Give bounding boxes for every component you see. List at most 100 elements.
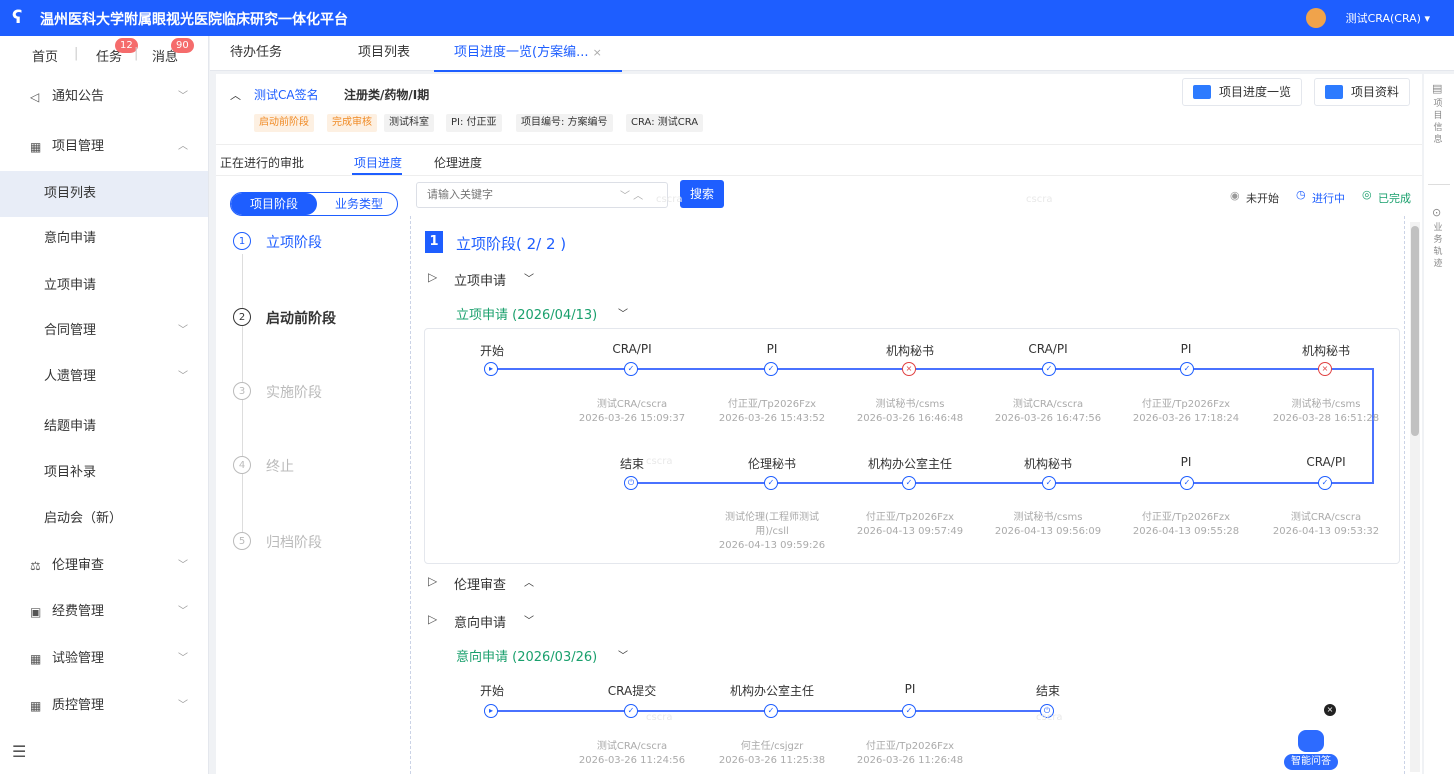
flow-node-label: PI [1180,455,1192,469]
view-toggle: 项目阶段 业务类型 [230,192,398,216]
tab-todo[interactable]: 待办任务 [210,36,302,70]
check-icon: ✓ [624,362,638,376]
flow-node-user: 测试秘书/csms [875,399,945,410]
toggle-stage[interactable]: 项目阶段 [231,193,317,215]
flow-node-user: 付正亚/Tp2026Fzx [865,741,955,752]
location-icon[interactable]: ⊙ [1432,206,1441,219]
subtab-ongoing[interactable]: 正在进行的审批 [220,154,304,171]
toggle-business[interactable]: 业务类型 [323,193,395,215]
sidebar-item-funds[interactable]: ▣ 经费管理 ﹀ [0,589,208,635]
collapse-icon[interactable]: ︿ [230,87,241,103]
messages-badge: 90 [171,38,194,53]
project-docs-button[interactable]: 项目资料 [1314,78,1411,106]
flow-node-label: CRA/PI [1028,342,1068,356]
chevron-down-icon: ﹀ [178,325,188,336]
stage-item[interactable]: 启动前阶段 [266,308,336,328]
section-lixiang[interactable]: 立项申请 [454,270,506,289]
tab-project-list[interactable]: 项目列表 [338,36,430,70]
stage-number: 4 [233,456,251,474]
sidebar-item-qc[interactable]: ▦ 质控管理 ﹀ [0,683,208,729]
sidebar-item-label: 合同管理 [44,323,97,338]
stage-item[interactable]: 立项阶段 [266,232,322,252]
nav-home[interactable]: 首页 [32,46,58,65]
chevron-down-icon[interactable]: ﹀ [524,270,534,285]
stage-number: 2 [233,308,251,326]
play-icon: ◉ [1230,189,1240,202]
stage-item[interactable]: 终止 [266,456,294,476]
subtab-progress[interactable]: 项目进度 [354,154,402,171]
stage-item[interactable]: 归档阶段 [266,532,322,552]
sub-intent[interactable]: 意向申请 (2026/03/26) [456,646,597,665]
sidebar-item-ethics[interactable]: ⚖ 伦理审查 ﹀ [0,543,208,589]
sidebar-item-label: 结题申请 [44,419,97,434]
robot-icon[interactable] [1298,730,1324,752]
flow-node-label: 结束 [619,457,644,471]
chevron-down-icon[interactable]: ﹀ [618,647,628,662]
rail-project-info[interactable]: 项目信息 [1432,98,1444,146]
sidebar-item-approval[interactable]: 立项申请 [0,263,208,309]
scrollbar[interactable] [1410,222,1420,772]
flow-node-label: 机构秘书 [1301,344,1350,358]
app-title: 温州医科大学附属眼视光医院临床研究一体化平台 [40,12,348,28]
sidebar-item-project-list[interactable]: 项目列表 [0,171,208,217]
right-rail: ▤ 项目信息 ⊙ 业务轨迹 [1424,74,1454,774]
chevron-down-icon[interactable]: ﹀ [618,305,628,320]
stage-item[interactable]: 实施阶段 [266,382,322,402]
scrollbar-thumb[interactable] [1411,226,1419,436]
sidebar-item-contract[interactable]: 合同管理 ﹀ [0,308,208,354]
legend-done: 已完成 [1378,192,1411,205]
stage-number: 1 [233,232,251,250]
check-icon: ✓ [1180,362,1194,376]
sidebar-item-intent[interactable]: 意向申请 [0,216,208,262]
check-icon: ✓ [764,476,778,490]
rail-business-track[interactable]: 业务轨迹 [1432,222,1444,270]
flow-node-user: 测试CRA/cscra [596,741,668,752]
nav-divider: | [74,46,79,61]
flow-line [632,482,1374,484]
sidebar-item-label: 质控管理 [52,698,105,713]
sidebar-item-label: 立项申请 [44,278,97,293]
tab-progress[interactable]: 项目进度一览(方案编... × [434,36,622,72]
flow-node-time: 2026-03-26 17:18:24 [1132,413,1240,424]
folder-icon [1325,85,1343,99]
document-icon[interactable]: ▤ [1432,82,1442,95]
sidebar-item-label: 试验管理 [52,651,105,666]
close-icon[interactable]: × [593,46,602,59]
wallet-icon: ▣ [30,605,42,619]
subtab-ethics[interactable]: 伦理进度 [434,154,482,171]
chevron-down-icon[interactable]: ﹀ ︿ [620,187,643,202]
flow-node-label: 伦理秘书 [747,457,796,471]
flow-node-label: 结束 [1035,684,1060,698]
sidebar-item-label: 启动会（新） [44,511,123,526]
sidebar-item-supplement[interactable]: 项目补录 [0,450,208,496]
sidebar: 首页 | 任务 12 | 消息 90 ◁ 通知公告 ﹀ ▦ 项目管理 ︿ 项目列… [0,36,209,774]
chevron-down-icon[interactable]: ﹀ [524,612,534,627]
flow-node-user: 测试秘书/csms [1291,399,1361,410]
menu-collapse-icon[interactable]: ☰ [12,742,26,761]
search-button[interactable]: 搜索 [680,180,724,208]
assistant-button[interactable]: 智能问答 [1284,754,1338,770]
chevron-up-icon[interactable]: ︿ [524,574,534,589]
section-intent[interactable]: 意向申请 [454,612,506,631]
close-icon[interactable]: × [1324,704,1336,716]
sidebar-item-trial[interactable]: ▦ 试验管理 ﹀ [0,636,208,682]
reject-icon: × [1318,362,1332,376]
section-ethics[interactable]: 伦理审查 [454,574,506,593]
tab-progress-label: 项目进度一览(方案编... [454,45,589,60]
sub-lixiang[interactable]: 立项申请 (2026/04/13) [456,304,597,323]
avatar[interactable] [1306,8,1326,28]
watermark: cscra [1036,712,1063,723]
watermark: cscra [1026,194,1053,205]
user-menu[interactable]: 测试CRA(CRA) ▾ [1346,10,1430,26]
sidebar-item-project-mgmt[interactable]: ▦ 项目管理 ︿ [0,124,208,170]
flow-node-time: 2026-03-26 11:24:56 [578,755,686,766]
stage-title: 立项阶段( 2/ 2 ) [456,235,567,253]
sidebar-item-label: 项目管理 [52,139,105,154]
sidebar-item-genetic[interactable]: 人遗管理 ﹀ [0,354,208,400]
play-circle-icon: ▷ [428,270,438,284]
sidebar-item-closure[interactable]: 结题申请 [0,404,208,450]
sidebar-item-notice[interactable]: ◁ 通知公告 ﹀ [0,74,208,120]
sidebar-item-label: 经费管理 [52,604,105,619]
progress-overview-button[interactable]: 项目进度一览 [1182,78,1303,106]
sidebar-item-kickoff[interactable]: 启动会（新） [0,496,208,542]
